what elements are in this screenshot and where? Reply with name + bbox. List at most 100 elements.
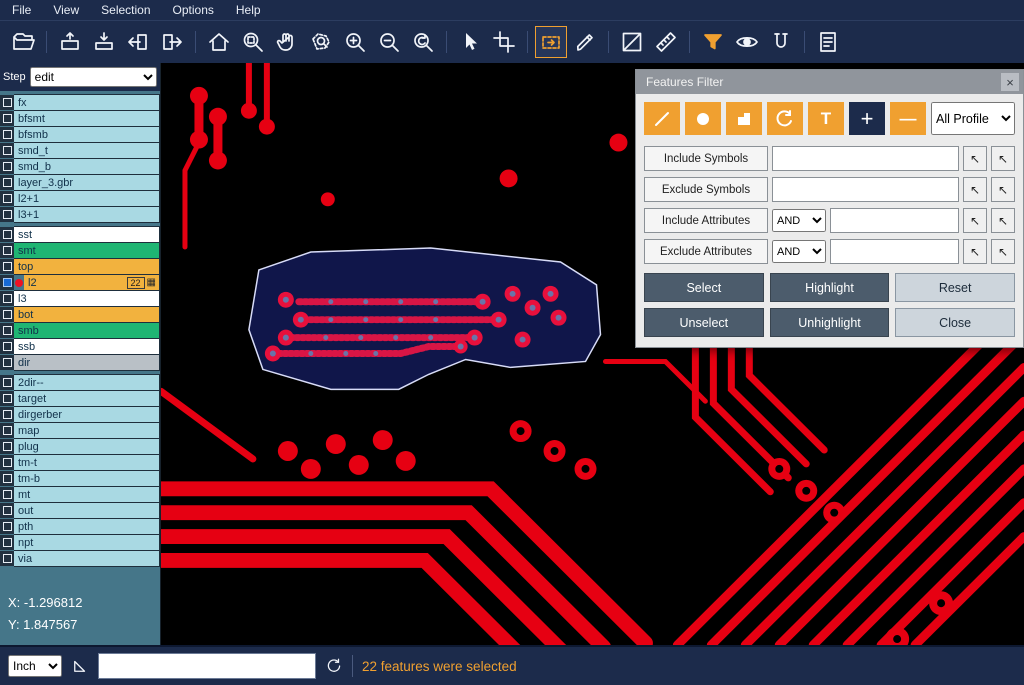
layer-visibility-checkbox[interactable] bbox=[0, 503, 14, 518]
menu-item-selection[interactable]: Selection bbox=[101, 3, 150, 17]
layer-visibility-checkbox[interactable] bbox=[0, 487, 14, 502]
highlight-button[interactable]: Highlight bbox=[770, 273, 890, 302]
layer-name-cell[interactable]: smd_t ▦ bbox=[14, 142, 160, 159]
snap-button[interactable] bbox=[766, 27, 796, 57]
layer-name-cell[interactable]: l3+1 ▦ bbox=[14, 206, 160, 223]
surface-feature-button[interactable] bbox=[726, 102, 762, 135]
unhighlight-button[interactable]: Unhighlight bbox=[770, 308, 890, 337]
layer-name-cell[interactable]: smd_b ▦ bbox=[14, 158, 160, 175]
layer-name-cell[interactable]: smb ▦ bbox=[14, 322, 160, 339]
layer-row[interactable]: smd_t ▦ bbox=[0, 143, 160, 158]
pan-button[interactable] bbox=[272, 27, 302, 57]
layer-visibility-checkbox[interactable] bbox=[0, 227, 14, 242]
include-symbols-button[interactable]: Include Symbols bbox=[644, 146, 768, 171]
refresh-icon[interactable] bbox=[325, 657, 343, 675]
reset-button[interactable]: Reset bbox=[895, 273, 1015, 302]
pick-symbol-button[interactable]: ↖ bbox=[963, 177, 987, 202]
pick-symbol-button[interactable]: ↖ bbox=[963, 146, 987, 171]
home-view-button[interactable] bbox=[204, 27, 234, 57]
dialog-close-button[interactable]: × bbox=[1001, 73, 1019, 91]
layer-name-cell[interactable]: npt ▦ bbox=[14, 534, 160, 551]
layer-row[interactable]: l2+1 ▦ bbox=[0, 191, 160, 206]
layer-row[interactable]: dir ▦ bbox=[0, 355, 160, 370]
layer-name-cell[interactable]: via ▦ bbox=[14, 550, 160, 567]
layer-visibility-checkbox[interactable] bbox=[0, 143, 14, 158]
layer-visibility-checkbox[interactable] bbox=[0, 275, 14, 290]
layer-name-cell[interactable]: out ▦ bbox=[14, 502, 160, 519]
selection-polygon[interactable] bbox=[249, 248, 601, 389]
layer-row[interactable]: smd_b ▦ bbox=[0, 159, 160, 174]
layer-row[interactable]: map ▦ bbox=[0, 423, 160, 438]
layer-name-cell[interactable]: l2 22 ▦ bbox=[24, 274, 160, 291]
layer-visibility-checkbox[interactable] bbox=[0, 391, 14, 406]
layer-row[interactable]: tm-b ▦ bbox=[0, 471, 160, 486]
zoom-reset-button[interactable] bbox=[408, 27, 438, 57]
highlight-view-button[interactable] bbox=[732, 27, 762, 57]
layer-row[interactable]: bfsmb ▦ bbox=[0, 127, 160, 142]
layer-row[interactable]: l3+1 ▦ bbox=[0, 207, 160, 222]
brush-button[interactable] bbox=[570, 27, 600, 57]
angle-tool-icon[interactable] bbox=[71, 657, 89, 675]
zoom-out-button[interactable] bbox=[374, 27, 404, 57]
layer-name-cell[interactable]: sst ▦ bbox=[14, 226, 160, 243]
layer-name-cell[interactable]: target ▦ bbox=[14, 390, 160, 407]
layer-visibility-checkbox[interactable] bbox=[0, 535, 14, 550]
layer-visibility-checkbox[interactable] bbox=[0, 407, 14, 422]
pick-attribute-button[interactable]: ↖ bbox=[963, 239, 987, 264]
layer-name-cell[interactable]: dirgerber ▦ bbox=[14, 406, 160, 423]
dialog-title-bar[interactable]: Features Filter × bbox=[636, 70, 1023, 94]
menu-item-options[interactable]: Options bbox=[173, 3, 214, 17]
polarity-negative-button[interactable]: — bbox=[890, 102, 926, 135]
layer-row[interactable]: npt ▦ bbox=[0, 535, 160, 550]
unit-select[interactable]: Inch bbox=[8, 655, 62, 677]
command-input[interactable] bbox=[98, 653, 316, 679]
profile-select[interactable]: All Profile bbox=[931, 102, 1015, 135]
layer-visibility-checkbox[interactable] bbox=[0, 95, 14, 110]
layer-row[interactable]: mt ▦ bbox=[0, 487, 160, 502]
export-up-button[interactable] bbox=[55, 27, 85, 57]
layer-name-cell[interactable]: bfsmt ▦ bbox=[14, 110, 160, 127]
layer-visibility-checkbox[interactable] bbox=[0, 323, 14, 338]
exclude-attributes-logic-select[interactable]: AND bbox=[772, 240, 826, 263]
layer-name-cell[interactable]: layer_3.gbr ▦ bbox=[14, 174, 160, 191]
layer-row[interactable]: pth ▦ bbox=[0, 519, 160, 534]
menu-item-help[interactable]: Help bbox=[236, 3, 261, 17]
exclude-attributes-input[interactable] bbox=[830, 239, 959, 264]
pick-attribute-add-button[interactable]: ↖ bbox=[991, 208, 1015, 233]
layer-name-cell[interactable]: pth ▦ bbox=[14, 518, 160, 535]
exclude-attributes-button[interactable]: Exclude Attributes bbox=[644, 239, 768, 264]
layer-name-cell[interactable]: mt ▦ bbox=[14, 486, 160, 503]
include-symbols-input[interactable] bbox=[772, 146, 959, 171]
line-feature-button[interactable] bbox=[644, 102, 680, 135]
layer-name-cell[interactable]: tm-t ▦ bbox=[14, 454, 160, 471]
pick-symbol-add-button[interactable]: ↖ bbox=[991, 177, 1015, 202]
layer-visibility-checkbox[interactable] bbox=[0, 519, 14, 534]
import-down-button[interactable] bbox=[89, 27, 119, 57]
layer-name-cell[interactable]: fx ▦ bbox=[14, 94, 160, 111]
layer-visibility-checkbox[interactable] bbox=[0, 307, 14, 322]
pad-feature-button[interactable] bbox=[685, 102, 721, 135]
layer-row[interactable]: l2 22 ▦ bbox=[0, 275, 160, 290]
layer-row[interactable]: target ▦ bbox=[0, 391, 160, 406]
layer-name-cell[interactable]: ssb ▦ bbox=[14, 338, 160, 355]
measure-button[interactable] bbox=[617, 27, 647, 57]
layer-visibility-checkbox[interactable] bbox=[0, 375, 14, 390]
include-attributes-input[interactable] bbox=[830, 208, 959, 233]
layer-row[interactable]: dirgerber ▦ bbox=[0, 407, 160, 422]
layer-row[interactable]: out ▦ bbox=[0, 503, 160, 518]
layer-visibility-checkbox[interactable] bbox=[0, 175, 14, 190]
layer-row[interactable]: ssb ▦ bbox=[0, 339, 160, 354]
layer-visibility-checkbox[interactable] bbox=[0, 423, 14, 438]
pick-attribute-button[interactable]: ↖ bbox=[963, 208, 987, 233]
layer-visibility-checkbox[interactable] bbox=[0, 471, 14, 486]
page-right-button[interactable] bbox=[157, 27, 187, 57]
layer-row[interactable]: plug ▦ bbox=[0, 439, 160, 454]
pointer-button[interactable] bbox=[455, 27, 485, 57]
step-select[interactable]: edit bbox=[30, 67, 157, 87]
menu-item-view[interactable]: View bbox=[53, 3, 79, 17]
layer-name-cell[interactable]: 2dir-- ▦ bbox=[14, 374, 160, 391]
layer-row[interactable]: tm-t ▦ bbox=[0, 455, 160, 470]
select-features-button[interactable] bbox=[536, 27, 566, 57]
polarity-positive-button[interactable]: + bbox=[849, 102, 885, 135]
report-button[interactable] bbox=[813, 27, 843, 57]
